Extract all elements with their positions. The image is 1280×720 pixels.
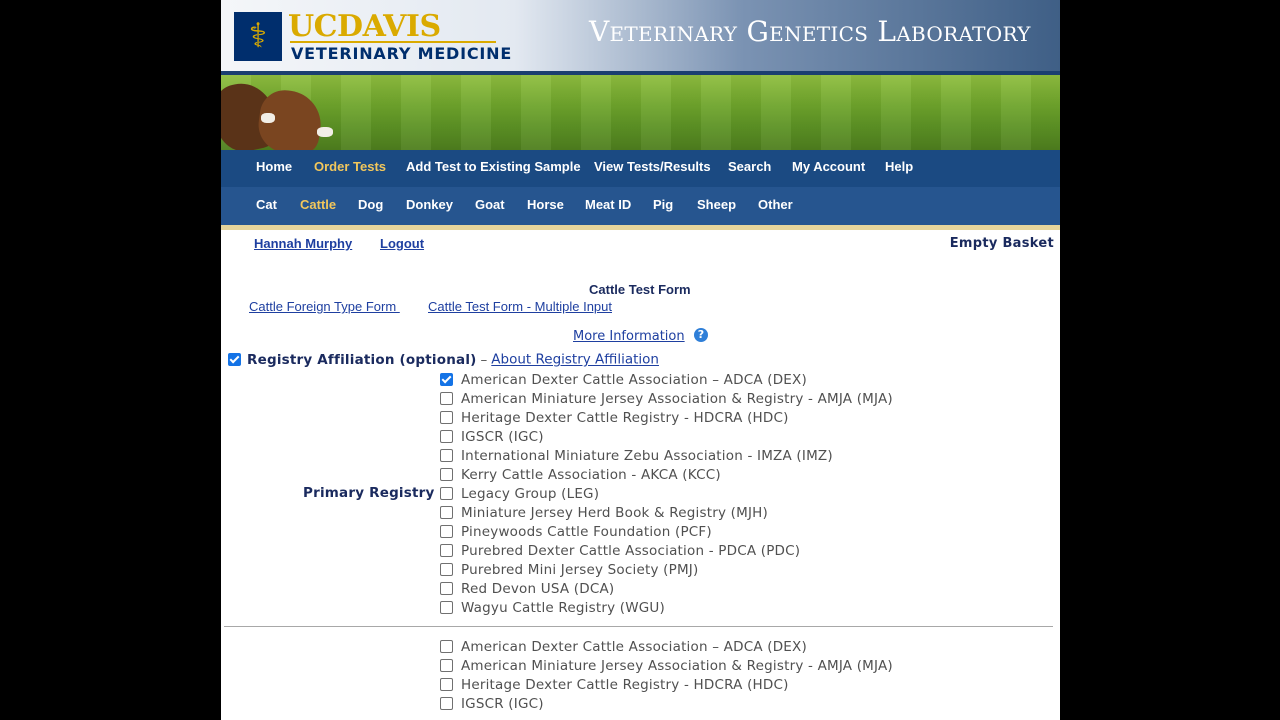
registry-option-label: Red Devon USA (DCA) bbox=[461, 581, 615, 597]
registry-checkbox[interactable] bbox=[440, 525, 453, 538]
registry-affiliation-checkbox[interactable] bbox=[228, 353, 241, 366]
registry-option-label: American Dexter Cattle Association – ADC… bbox=[461, 372, 807, 388]
registry-option-label: Miniature Jersey Herd Book & Registry (M… bbox=[461, 505, 768, 521]
species-cat[interactable]: Cat bbox=[256, 187, 277, 225]
species-dog[interactable]: Dog bbox=[358, 187, 383, 225]
registry-option-label: International Miniature Zebu Association… bbox=[461, 448, 833, 464]
registry-option-label: IGSCR (IGC) bbox=[461, 696, 544, 712]
ucdavis-caduceus-logo[interactable]: ⚕ bbox=[234, 12, 282, 61]
species-goat[interactable]: Goat bbox=[475, 187, 505, 225]
section-divider bbox=[224, 626, 1053, 627]
species-sheep[interactable]: Sheep bbox=[697, 187, 736, 225]
nav-help[interactable]: Help bbox=[885, 150, 913, 187]
registry-checkbox[interactable] bbox=[440, 582, 453, 595]
school-name: VETERINARY MEDICINE bbox=[291, 44, 513, 63]
registry-checkbox[interactable] bbox=[440, 430, 453, 443]
registry-option-label: American Dexter Cattle Association – ADC… bbox=[461, 639, 807, 655]
registry-checkbox[interactable] bbox=[440, 392, 453, 405]
registry-option-label: Purebred Mini Jersey Society (PMJ) bbox=[461, 562, 699, 578]
species-other[interactable]: Other bbox=[758, 187, 793, 225]
nav-accent-strip bbox=[221, 225, 1060, 230]
multiple-input-form-link[interactable]: Cattle Test Form - Multiple Input bbox=[428, 299, 612, 314]
primary-registry-label: Primary Registry bbox=[303, 485, 435, 501]
nav-home[interactable]: Home bbox=[256, 150, 292, 187]
basket-status[interactable]: Empty Basket bbox=[950, 236, 1054, 251]
registry-option-label: Kerry Cattle Association - AKCA (KCC) bbox=[461, 467, 721, 483]
registry-checkbox[interactable] bbox=[440, 449, 453, 462]
registry-option-label: Pineywoods Cattle Foundation (PCF) bbox=[461, 524, 712, 540]
registry-checkbox[interactable] bbox=[440, 411, 453, 424]
registry-checkbox[interactable] bbox=[440, 659, 453, 672]
species-horse[interactable]: Horse bbox=[527, 187, 564, 225]
registry-option-label: Heritage Dexter Cattle Registry - HDCRA … bbox=[461, 677, 789, 693]
nav-view-results[interactable]: View Tests/Results bbox=[594, 150, 711, 187]
help-icon[interactable]: ? bbox=[694, 328, 708, 342]
nav-add-test[interactable]: Add Test to Existing Sample bbox=[406, 150, 581, 187]
lab-title: Veterinary Genetics Laboratory bbox=[589, 15, 1031, 48]
registry-checkbox[interactable] bbox=[440, 506, 453, 519]
logo-divider bbox=[290, 41, 496, 43]
registry-option-label: Legacy Group (LEG) bbox=[461, 486, 600, 502]
species-meat-id[interactable]: Meat ID bbox=[585, 187, 631, 225]
registry-checkbox[interactable] bbox=[440, 697, 453, 710]
site-header: ⚕ UCDAVIS VETERINARY MEDICINE Veterinary… bbox=[221, 0, 1060, 75]
registry-affiliation-row: Registry Affiliation (optional) – About Re… bbox=[228, 349, 659, 368]
registry-affiliation-label: Registry Affiliation (optional) bbox=[247, 351, 477, 368]
registry-checkbox[interactable] bbox=[440, 373, 453, 386]
user-name-link[interactable]: Hannah Murphy bbox=[254, 236, 352, 251]
nav-order-tests[interactable]: Order Tests bbox=[314, 150, 386, 187]
ucdavis-wordmark[interactable]: UCDAVIS bbox=[288, 9, 441, 44]
nav-search[interactable]: Search bbox=[728, 150, 771, 187]
registry-checkbox[interactable] bbox=[440, 544, 453, 557]
logout-link[interactable]: Logout bbox=[380, 236, 424, 251]
registry-option-label: Heritage Dexter Cattle Registry - HDCRA … bbox=[461, 410, 789, 426]
separator: – bbox=[480, 351, 488, 368]
page: ⚕ UCDAVIS VETERINARY MEDICINE Veterinary… bbox=[221, 0, 1060, 720]
registry-checkbox[interactable] bbox=[440, 487, 453, 500]
registry-checkbox[interactable] bbox=[440, 640, 453, 653]
registry-option-label: American Miniature Jersey Association & … bbox=[461, 391, 893, 407]
registry-option-label: IGSCR (IGC) bbox=[461, 429, 544, 445]
form-title: Cattle Test Form bbox=[589, 282, 691, 297]
registry-option-label: Purebred Dexter Cattle Association - PDC… bbox=[461, 543, 801, 559]
registry-option-label: American Miniature Jersey Association & … bbox=[461, 658, 893, 674]
species-nav: Cat Cattle Dog Donkey Goat Horse Meat ID… bbox=[221, 187, 1060, 225]
registry-option-label: Wagyu Cattle Registry (WGU) bbox=[461, 600, 665, 616]
primary-nav: Home Order Tests Add Test to Existing Sa… bbox=[221, 150, 1060, 187]
about-registry-affiliation-link[interactable]: About Registry Affiliation bbox=[491, 352, 659, 368]
registry-checkbox[interactable] bbox=[440, 601, 453, 614]
species-cattle[interactable]: Cattle bbox=[300, 187, 336, 225]
registry-checkbox[interactable] bbox=[440, 678, 453, 691]
species-pig[interactable]: Pig bbox=[653, 187, 673, 225]
horse-banner-image bbox=[221, 75, 1060, 150]
species-donkey[interactable]: Donkey bbox=[406, 187, 453, 225]
more-information-link[interactable]: More Information bbox=[573, 329, 685, 344]
foreign-type-form-link[interactable]: Cattle Foreign Type Form bbox=[249, 299, 400, 314]
registry-checkbox[interactable] bbox=[440, 468, 453, 481]
registry-checkbox[interactable] bbox=[440, 563, 453, 576]
nav-my-account[interactable]: My Account bbox=[792, 150, 865, 187]
